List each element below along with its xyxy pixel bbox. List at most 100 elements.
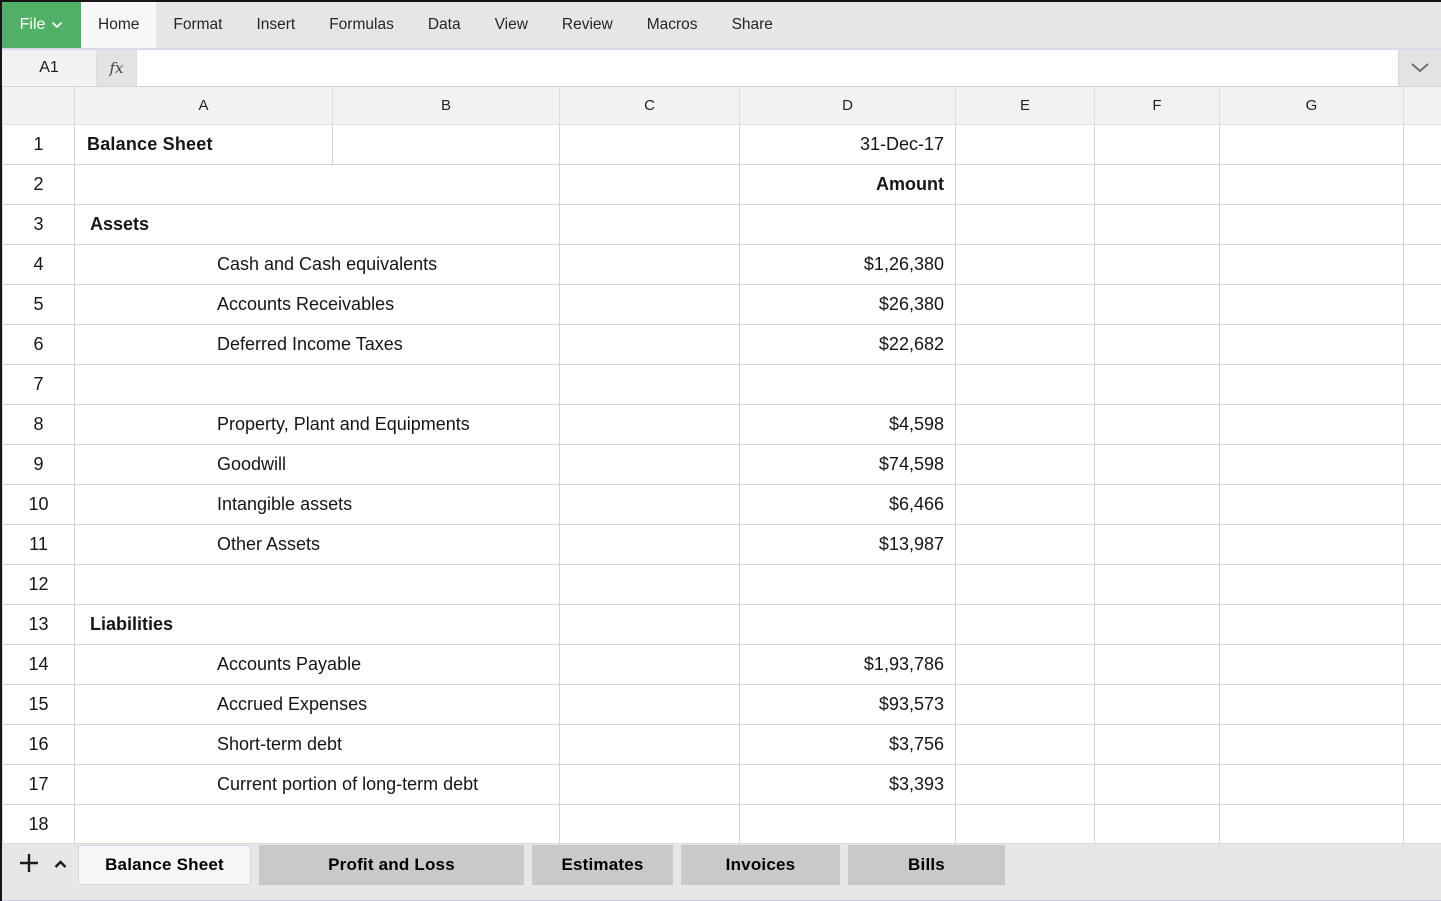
column-header-e[interactable]: E (956, 87, 1095, 124)
cell[interactable] (1404, 284, 1441, 324)
cell[interactable] (956, 724, 1095, 764)
cell[interactable] (560, 124, 740, 164)
sheet-list-button[interactable] (46, 844, 74, 884)
cell[interactable] (560, 804, 740, 843)
row-header[interactable]: 5 (3, 284, 75, 324)
row-header[interactable]: 1 (3, 124, 75, 164)
row-header[interactable]: 13 (3, 604, 75, 644)
cell[interactable] (560, 764, 740, 804)
cell[interactable] (956, 604, 1095, 644)
row-header[interactable]: 17 (3, 764, 75, 804)
sheet-tab-profit-and-loss[interactable]: Profit and Loss (259, 845, 524, 885)
cell[interactable] (1095, 724, 1220, 764)
cell-name-box[interactable]: A1 (2, 50, 97, 86)
cell[interactable] (1095, 604, 1220, 644)
menu-item-macros[interactable]: Macros (630, 2, 715, 48)
cell[interactable] (560, 404, 740, 444)
cell[interactable] (956, 764, 1095, 804)
cell[interactable] (956, 324, 1095, 364)
cell[interactable] (333, 124, 560, 164)
cell[interactable]: Accounts Payable (75, 644, 560, 684)
cell[interactable] (1404, 484, 1441, 524)
cell[interactable] (1220, 484, 1404, 524)
cell[interactable] (956, 284, 1095, 324)
cell[interactable] (560, 364, 740, 404)
cell[interactable] (956, 164, 1095, 204)
row-header[interactable]: 9 (3, 444, 75, 484)
file-menu-button[interactable]: File (2, 2, 81, 48)
cell[interactable] (1404, 444, 1441, 484)
cell[interactable] (1404, 204, 1441, 244)
cell[interactable] (1404, 524, 1441, 564)
cell[interactable]: $6,466 (740, 484, 956, 524)
cell[interactable] (1404, 724, 1441, 764)
menu-item-view[interactable]: View (478, 2, 545, 48)
cell[interactable]: $4,598 (740, 404, 956, 444)
cell[interactable] (956, 524, 1095, 564)
cell[interactable]: $3,756 (740, 724, 956, 764)
menu-item-insert[interactable]: Insert (239, 2, 312, 48)
column-header-partial[interactable] (1404, 87, 1441, 124)
cell[interactable] (1095, 524, 1220, 564)
cell[interactable]: $74,598 (740, 444, 956, 484)
cell[interactable] (956, 404, 1095, 444)
cell[interactable] (1404, 404, 1441, 444)
cell[interactable] (1404, 764, 1441, 804)
cell[interactable] (560, 684, 740, 724)
cell[interactable] (1095, 204, 1220, 244)
row-header[interactable]: 7 (3, 364, 75, 404)
cell[interactable] (1404, 164, 1441, 204)
cell[interactable] (1095, 644, 1220, 684)
add-sheet-button[interactable] (12, 844, 46, 884)
column-header-c[interactable]: C (560, 87, 740, 124)
cell[interactable] (1220, 244, 1404, 284)
cell[interactable] (560, 604, 740, 644)
sheet-tab-bills[interactable]: Bills (848, 845, 1005, 885)
cell[interactable]: Intangible assets (75, 484, 560, 524)
cell[interactable] (956, 564, 1095, 604)
cell[interactable] (1220, 324, 1404, 364)
cell[interactable] (1404, 324, 1441, 364)
cell[interactable] (560, 444, 740, 484)
cell-amount-header[interactable]: Amount (740, 164, 956, 204)
cell[interactable] (1220, 764, 1404, 804)
row-header[interactable]: 4 (3, 244, 75, 284)
cell[interactable] (1220, 684, 1404, 724)
row-header[interactable]: 10 (3, 484, 75, 524)
formula-bar-collapse-button[interactable] (1398, 50, 1441, 86)
cell[interactable]: $13,987 (740, 524, 956, 564)
cell[interactable] (1220, 404, 1404, 444)
cell[interactable] (1095, 684, 1220, 724)
cell[interactable] (1220, 524, 1404, 564)
menu-item-data[interactable]: Data (411, 2, 478, 48)
cell[interactable]: $93,573 (740, 684, 956, 724)
cell[interactable] (956, 444, 1095, 484)
cell[interactable] (560, 484, 740, 524)
cell[interactable] (560, 244, 740, 284)
cell[interactable] (1404, 684, 1441, 724)
menu-item-formulas[interactable]: Formulas (312, 2, 411, 48)
cell[interactable]: Deferred Income Taxes (75, 324, 560, 364)
cell[interactable] (560, 164, 740, 204)
cell[interactable] (956, 204, 1095, 244)
sheet-tab-balance-sheet[interactable]: Balance Sheet (78, 845, 251, 885)
cell-date[interactable]: 31-Dec-17 (740, 124, 956, 164)
cell[interactable] (956, 124, 1095, 164)
cell[interactable] (1095, 764, 1220, 804)
cell[interactable]: Short-term debt (75, 724, 560, 764)
cell[interactable] (956, 684, 1095, 724)
cell[interactable] (1220, 364, 1404, 404)
cell[interactable]: Accrued Expenses (75, 684, 560, 724)
cell[interactable]: $3,393 (740, 764, 956, 804)
cell[interactable] (1220, 604, 1404, 644)
column-header-a[interactable]: A (75, 87, 333, 124)
cell[interactable] (1404, 244, 1441, 284)
corner-cell[interactable] (3, 87, 75, 124)
cell[interactable]: Property, Plant and Equipments (75, 404, 560, 444)
cell[interactable] (1095, 564, 1220, 604)
cell[interactable] (560, 524, 740, 564)
row-header[interactable]: 3 (3, 204, 75, 244)
cell[interactable] (956, 364, 1095, 404)
cell[interactable]: $22,682 (740, 324, 956, 364)
row-header[interactable]: 2 (3, 164, 75, 204)
